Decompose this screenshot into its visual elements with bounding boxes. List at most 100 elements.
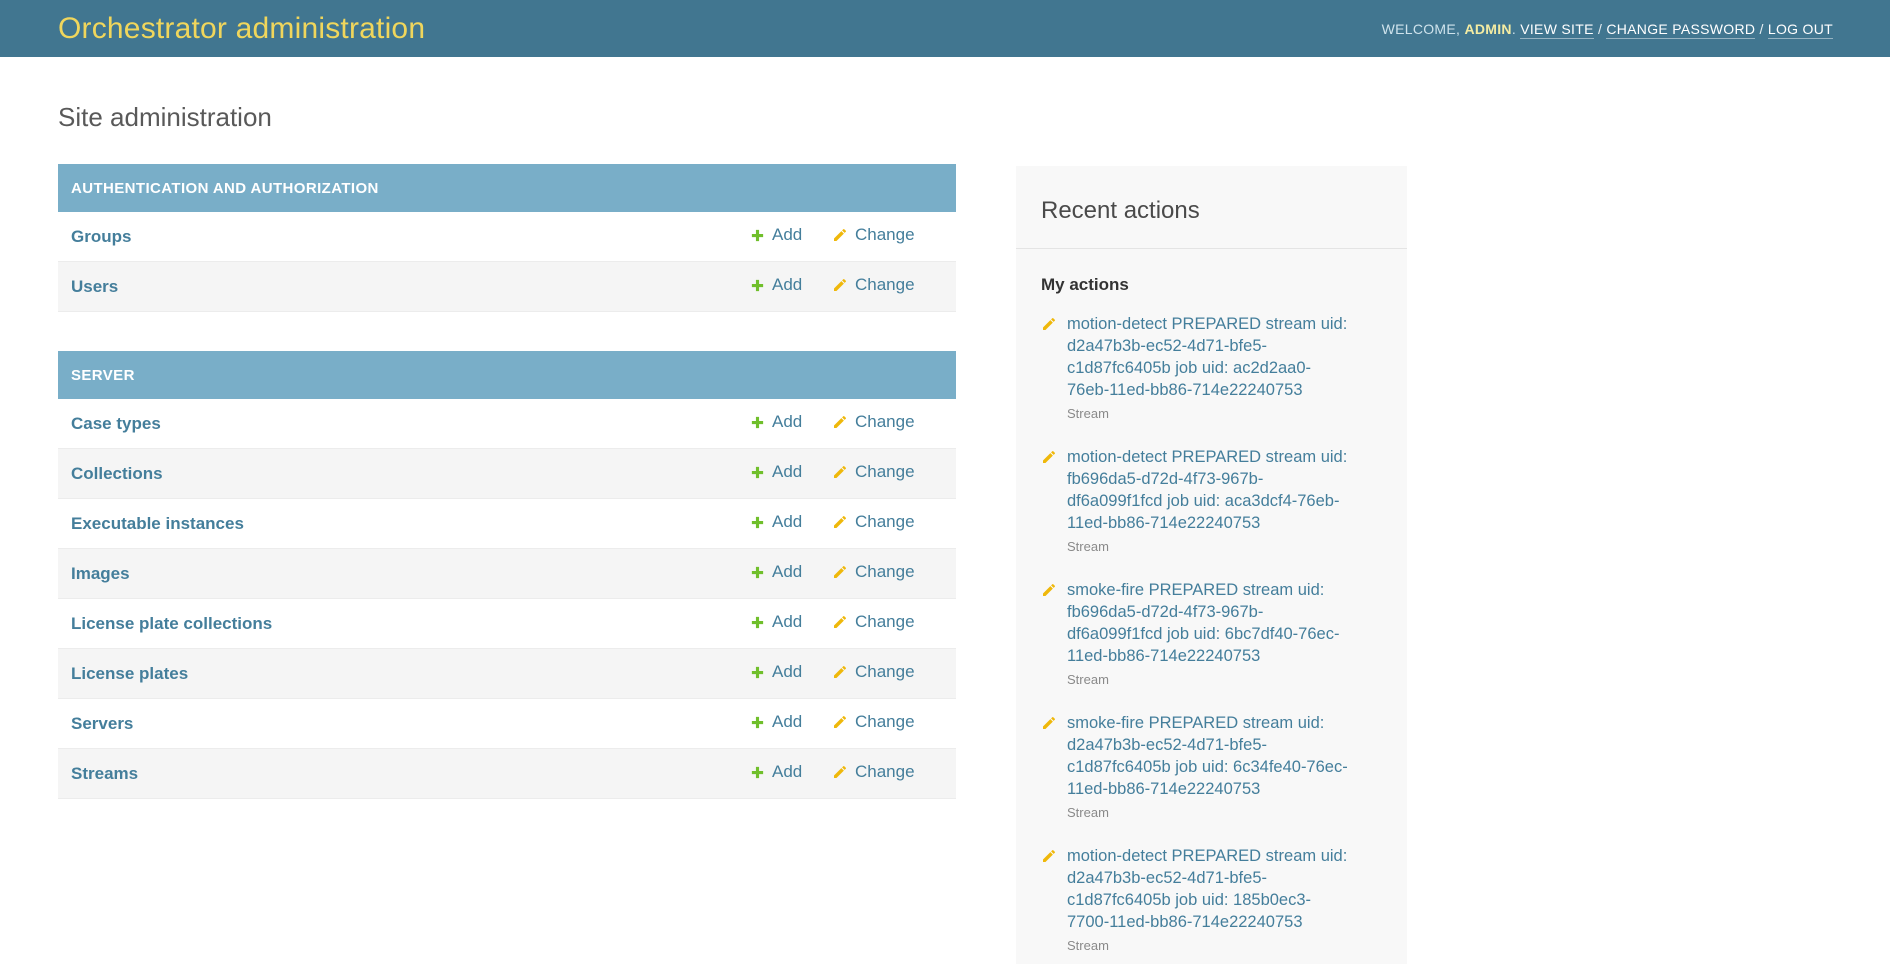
- pencil-icon: [1041, 582, 1057, 598]
- change-link-license-plates[interactable]: Change: [832, 662, 915, 682]
- app-header: Orchestrator administration WELCOME, ADM…: [0, 0, 1890, 57]
- plus-icon: [750, 228, 765, 243]
- model-link-executable-instances[interactable]: Executable instances: [71, 514, 244, 533]
- list-item: smoke-fire PREPARED stream uid: d2a47b3b…: [1041, 712, 1382, 821]
- model-link-streams[interactable]: Streams: [71, 764, 138, 783]
- change-link-streams[interactable]: Change: [832, 762, 915, 782]
- pencil-icon: [1041, 449, 1057, 465]
- model-link-collections[interactable]: Collections: [71, 464, 163, 483]
- view-site-link[interactable]: VIEW SITE: [1520, 21, 1594, 39]
- table-row: Groups Add Change: [58, 212, 956, 262]
- recent-actions-title: Recent actions: [1041, 196, 1382, 226]
- pencil-icon: [832, 464, 848, 480]
- recent-action-link[interactable]: motion-detect PREPARED stream uid: d2a47…: [1067, 313, 1352, 401]
- pencil-icon: [1041, 715, 1057, 731]
- add-link-streams[interactable]: Add: [750, 762, 802, 782]
- log-out-link[interactable]: LOG OUT: [1768, 21, 1833, 39]
- module-caption-server: SERVER: [58, 351, 956, 399]
- content-type-label: Stream: [1067, 937, 1382, 954]
- site-brand-link[interactable]: Orchestrator administration: [58, 12, 425, 46]
- change-link-case-types[interactable]: Change: [832, 412, 915, 432]
- plus-icon: [750, 765, 765, 780]
- plus-icon: [750, 515, 765, 530]
- change-password-link[interactable]: CHANGE PASSWORD: [1606, 21, 1755, 39]
- pencil-icon: [832, 514, 848, 530]
- plus-icon: [750, 465, 765, 480]
- pencil-icon: [832, 564, 848, 580]
- main-content: Site administration AUTHENTICATION AND A…: [0, 101, 1890, 799]
- pencil-icon: [832, 764, 848, 780]
- plus-icon: [750, 565, 765, 580]
- content-type-label: Stream: [1067, 804, 1382, 821]
- table-row: License plate collections Add Change: [58, 599, 956, 649]
- content-type-label: Stream: [1067, 538, 1382, 555]
- pencil-icon: [1041, 848, 1057, 864]
- recent-action-link[interactable]: motion-detect PREPARED stream uid: fb696…: [1067, 446, 1352, 534]
- list-item: smoke-fire PREPARED stream uid: fb696da5…: [1041, 579, 1382, 688]
- plus-icon: [750, 415, 765, 430]
- add-link-users[interactable]: Add: [750, 275, 802, 295]
- plus-icon: [750, 615, 765, 630]
- add-link-license-plates[interactable]: Add: [750, 662, 802, 682]
- list-item: motion-detect PREPARED stream uid: d2a47…: [1041, 313, 1382, 422]
- pencil-icon: [832, 664, 848, 680]
- add-link-groups[interactable]: Add: [750, 225, 802, 245]
- table-row: Streams Add Change: [58, 749, 956, 799]
- table-row: Executable instances Add Change: [58, 499, 956, 549]
- recent-actions-panel: Recent actions My actions motion-detect …: [1016, 166, 1407, 964]
- pencil-icon: [832, 227, 848, 243]
- table-row: License plates Add Change: [58, 649, 956, 699]
- table-row: Images Add Change: [58, 549, 956, 599]
- model-link-images[interactable]: Images: [71, 564, 130, 583]
- add-link-collections[interactable]: Add: [750, 462, 802, 482]
- my-actions-heading: My actions: [1041, 275, 1382, 295]
- add-link-executable-instances[interactable]: Add: [750, 512, 802, 532]
- model-link-license-plate-collections[interactable]: License plate collections: [71, 614, 272, 633]
- table-row: Users Add Change: [58, 262, 956, 312]
- model-link-license-plates[interactable]: License plates: [71, 664, 188, 683]
- change-link-servers[interactable]: Change: [832, 712, 915, 732]
- model-link-groups[interactable]: Groups: [71, 227, 131, 246]
- pencil-icon: [832, 277, 848, 293]
- username: ADMIN: [1464, 21, 1511, 37]
- plus-icon: [750, 278, 765, 293]
- pencil-icon: [832, 614, 848, 630]
- recent-actions-content: My actions motion-detect PREPARED stream…: [1016, 249, 1407, 954]
- pencil-icon: [832, 414, 848, 430]
- table-row: Collections Add Change: [58, 449, 956, 499]
- user-tools: WELCOME, ADMIN. VIEW SITE / CHANGE PASSW…: [1382, 21, 1833, 37]
- change-link-collections[interactable]: Change: [832, 462, 915, 482]
- module-caption-auth: AUTHENTICATION AND AUTHORIZATION: [58, 164, 956, 212]
- plus-icon: [750, 715, 765, 730]
- model-link-users[interactable]: Users: [71, 277, 118, 296]
- page-title: Site administration: [58, 101, 1890, 134]
- change-link-images[interactable]: Change: [832, 562, 915, 582]
- table-row: Case types Add Change: [58, 399, 956, 449]
- app-link-server[interactable]: SERVER: [71, 367, 135, 384]
- add-link-license-plate-collections[interactable]: Add: [750, 612, 802, 632]
- recent-action-link[interactable]: smoke-fire PREPARED stream uid: fb696da5…: [1067, 579, 1352, 667]
- change-link-license-plate-collections[interactable]: Change: [832, 612, 915, 632]
- module-server: SERVER Case types Add Change Collections…: [58, 351, 956, 799]
- table-row: Servers Add Change: [58, 699, 956, 749]
- content-type-label: Stream: [1067, 405, 1382, 422]
- change-link-users[interactable]: Change: [832, 275, 915, 295]
- welcome-text: WELCOME,: [1382, 21, 1461, 37]
- link-separator: /: [1598, 21, 1602, 37]
- pencil-icon: [832, 714, 848, 730]
- list-item: motion-detect PREPARED stream uid: d2a47…: [1041, 845, 1382, 954]
- change-link-executable-instances[interactable]: Change: [832, 512, 915, 532]
- recent-action-link[interactable]: smoke-fire PREPARED stream uid: d2a47b3b…: [1067, 712, 1352, 800]
- pencil-icon: [1041, 316, 1057, 332]
- model-link-servers[interactable]: Servers: [71, 714, 133, 733]
- change-link-groups[interactable]: Change: [832, 225, 915, 245]
- link-separator: /: [1759, 21, 1763, 37]
- recent-action-link[interactable]: motion-detect PREPARED stream uid: d2a47…: [1067, 845, 1352, 933]
- content-type-label: Stream: [1067, 671, 1382, 688]
- model-link-case-types[interactable]: Case types: [71, 414, 161, 433]
- add-link-servers[interactable]: Add: [750, 712, 802, 732]
- add-link-images[interactable]: Add: [750, 562, 802, 582]
- add-link-case-types[interactable]: Add: [750, 412, 802, 432]
- app-link-auth[interactable]: AUTHENTICATION AND AUTHORIZATION: [71, 180, 379, 197]
- list-item: motion-detect PREPARED stream uid: fb696…: [1041, 446, 1382, 555]
